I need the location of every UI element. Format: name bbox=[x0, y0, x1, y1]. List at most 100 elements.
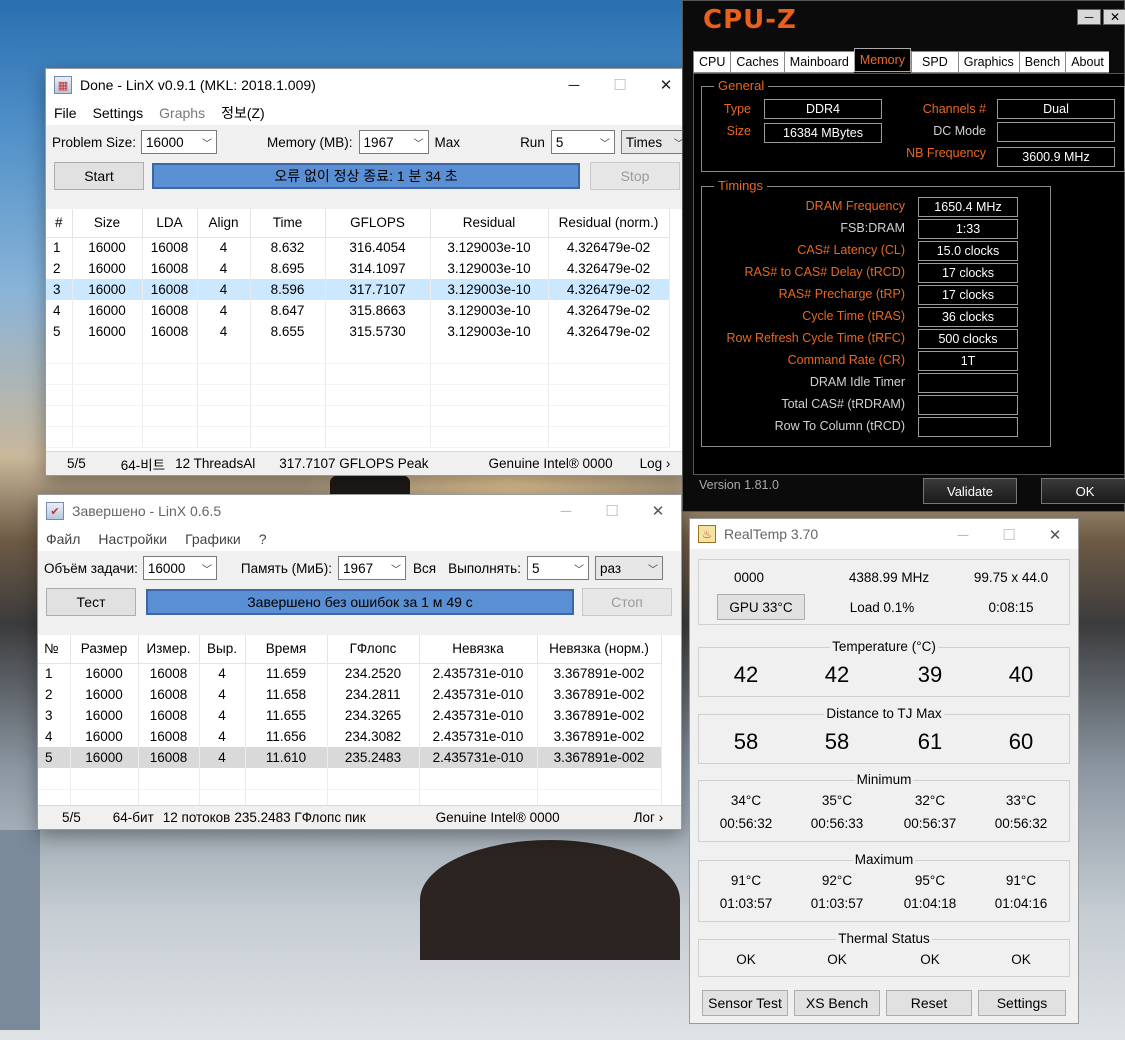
column-header[interactable]: Size bbox=[72, 209, 143, 238]
menu-settings[interactable]: Настройки bbox=[98, 531, 167, 547]
minimize-icon[interactable]: ─ bbox=[940, 519, 986, 551]
table-row[interactable]: 3 16000 16008 4 11.655 234.3265 2.435731e-010 3… bbox=[38, 705, 662, 726]
table-cell: 16008 bbox=[142, 258, 198, 279]
close-icon[interactable]: ✕ bbox=[1103, 9, 1125, 25]
gpu-temp-button[interactable]: GPU 33°C bbox=[717, 594, 805, 620]
memory-select[interactable]: 1967 ﹀ bbox=[358, 130, 429, 154]
menu-settings[interactable]: Settings bbox=[93, 105, 144, 121]
table-cell: 16000 bbox=[72, 258, 143, 279]
settings-button[interactable]: Settings bbox=[978, 990, 1066, 1016]
tab-caches[interactable]: Caches bbox=[730, 51, 784, 73]
timing-label: RAS# Precharge (tRP) bbox=[778, 287, 905, 301]
tab-memory[interactable]: Memory bbox=[853, 48, 912, 72]
tab-graphics[interactable]: Graphics bbox=[957, 51, 1019, 73]
column-header[interactable]: Residual bbox=[430, 209, 549, 238]
problem-size-select[interactable]: 16000 ﹀ bbox=[142, 556, 217, 580]
min-temp: 32°C bbox=[914, 793, 946, 808]
column-header[interactable]: GFLOPS bbox=[325, 209, 431, 238]
column-header[interactable]: Измер. bbox=[138, 635, 200, 664]
chevron-down-icon: ﹀ bbox=[413, 138, 424, 150]
run-unit-select[interactable]: раз ﹀ bbox=[594, 556, 663, 580]
tab-cpu[interactable]: CPU bbox=[693, 51, 731, 73]
column-header[interactable]: Время bbox=[245, 635, 328, 664]
close-icon[interactable]: ✕ bbox=[1032, 519, 1078, 551]
table-cell: 2 bbox=[38, 684, 71, 705]
table-cell: 8.655 bbox=[250, 321, 326, 342]
problem-size-select[interactable]: 16000 ﹀ bbox=[141, 130, 218, 154]
reset-button[interactable]: Reset bbox=[886, 990, 972, 1016]
log-button[interactable]: Log › bbox=[640, 456, 671, 471]
column-header[interactable]: # bbox=[46, 209, 73, 238]
distance-legend: Distance to TJ Max bbox=[824, 706, 944, 721]
table-row[interactable]: 3 16000 16008 4 8.596 317.7107 3.129003e-10 4.3… bbox=[46, 279, 670, 300]
size-value: 16384 MBytes bbox=[764, 123, 882, 143]
stop-button[interactable]: Стоп bbox=[582, 588, 672, 616]
maximize-icon[interactable]: ☐ bbox=[589, 495, 635, 527]
run-count-select[interactable]: 5 ﹀ bbox=[550, 130, 615, 154]
column-header[interactable]: Выр. bbox=[199, 635, 246, 664]
table-row[interactable]: 5 16000 16008 4 11.610 235.2483 2.435731e-010 3… bbox=[38, 747, 662, 768]
tab-mainboard[interactable]: Mainboard bbox=[783, 51, 854, 73]
maximize-icon[interactable]: ☐ bbox=[986, 519, 1032, 551]
column-header[interactable]: Time bbox=[250, 209, 326, 238]
timing-label: Cycle Time (tRAS) bbox=[802, 309, 905, 323]
empty-row bbox=[38, 768, 662, 790]
min-temp: 35°C bbox=[821, 793, 853, 808]
table-cell: 5 bbox=[46, 321, 73, 342]
minimize-icon[interactable]: ─ bbox=[551, 69, 597, 101]
timing-label: DRAM Idle Timer bbox=[809, 375, 905, 389]
linx-en-window: ▦ Done - LinX v0.9.1 (MKL: 2018.1.009) ─… bbox=[45, 68, 690, 476]
table-row[interactable]: 4 16000 16008 4 8.647 315.8663 3.129003e-10 4.3… bbox=[46, 300, 670, 321]
menu-help[interactable]: ? bbox=[259, 531, 267, 547]
table-cell: 16000 bbox=[72, 237, 143, 258]
memory-select[interactable]: 1967 ﹀ bbox=[338, 556, 407, 580]
column-header[interactable]: Align bbox=[197, 209, 251, 238]
menu-graphs[interactable]: Graphs bbox=[159, 105, 205, 121]
table-cell: 2.435731e-010 bbox=[419, 726, 538, 747]
minimize-icon[interactable]: ─ bbox=[1077, 9, 1101, 25]
menu-graphs[interactable]: Графики bbox=[185, 531, 241, 547]
linx-app-icon: ▦ bbox=[54, 76, 72, 94]
validate-button[interactable]: Validate bbox=[923, 478, 1017, 504]
min-temp: 34°C bbox=[730, 793, 762, 808]
table-row[interactable]: 2 16000 16008 4 11.658 234.2811 2.435731e-010 3… bbox=[38, 684, 662, 705]
status-bits: 64-비트 bbox=[120, 457, 166, 473]
table-row[interactable]: 4 16000 16008 4 11.656 234.3082 2.435731e-010 3… bbox=[38, 726, 662, 747]
close-icon[interactable]: ✕ bbox=[635, 495, 681, 527]
menubar: Файл Настройки Графики ? bbox=[38, 527, 681, 551]
table-row[interactable]: 2 16000 16008 4 8.695 314.1097 3.129003e-10 4.3… bbox=[46, 258, 670, 279]
tab-bench[interactable]: Bench bbox=[1018, 51, 1066, 73]
empty-row bbox=[46, 363, 670, 385]
table-row[interactable]: 1 16000 16008 4 8.632 316.4054 3.129003e-10 4.3… bbox=[46, 237, 670, 258]
table-row[interactable]: 1 16000 16008 4 11.659 234.2520 2.435731e-010 3… bbox=[38, 663, 662, 684]
max-label[interactable]: Max bbox=[435, 135, 461, 150]
menu-file[interactable]: Файл bbox=[46, 531, 80, 547]
table-cell: 4 bbox=[46, 300, 73, 321]
menu-file[interactable]: File bbox=[54, 105, 77, 121]
test-button[interactable]: Тест bbox=[46, 588, 136, 616]
column-header[interactable]: LDA bbox=[142, 209, 198, 238]
table-cell: 5 bbox=[38, 747, 71, 768]
run-count-select[interactable]: 5 ﹀ bbox=[526, 556, 589, 580]
tab-about[interactable]: About bbox=[1065, 51, 1109, 73]
xs-bench-button[interactable]: XS Bench bbox=[794, 990, 880, 1016]
column-header[interactable]: ГФлопс bbox=[327, 635, 420, 664]
ok-button[interactable]: OK bbox=[1041, 478, 1125, 504]
column-header[interactable]: Residual (norm.) bbox=[548, 209, 670, 238]
column-header[interactable]: Невязка (норм.) bbox=[537, 635, 662, 664]
log-button[interactable]: Лог › bbox=[634, 810, 664, 825]
start-button[interactable]: Start bbox=[54, 162, 144, 190]
column-header[interactable]: Размер bbox=[70, 635, 139, 664]
max-label[interactable]: Вся bbox=[413, 561, 436, 576]
menu-info[interactable]: 정보(Z) bbox=[221, 103, 265, 123]
minimize-icon[interactable]: ─ bbox=[543, 495, 589, 527]
column-header[interactable]: № bbox=[38, 635, 71, 664]
column-header[interactable]: Невязка bbox=[419, 635, 538, 664]
table-row[interactable]: 5 16000 16008 4 8.655 315.5730 3.129003e-10 4.3… bbox=[46, 321, 670, 342]
maximize-icon[interactable]: ☐ bbox=[597, 69, 643, 101]
stop-button[interactable]: Stop bbox=[590, 162, 680, 190]
sensor-test-button[interactable]: Sensor Test bbox=[702, 990, 788, 1016]
table-cell: 1 bbox=[38, 663, 71, 684]
tab-spd[interactable]: SPD bbox=[911, 51, 958, 73]
run-unit-select[interactable]: Times ﹀ bbox=[620, 130, 689, 154]
